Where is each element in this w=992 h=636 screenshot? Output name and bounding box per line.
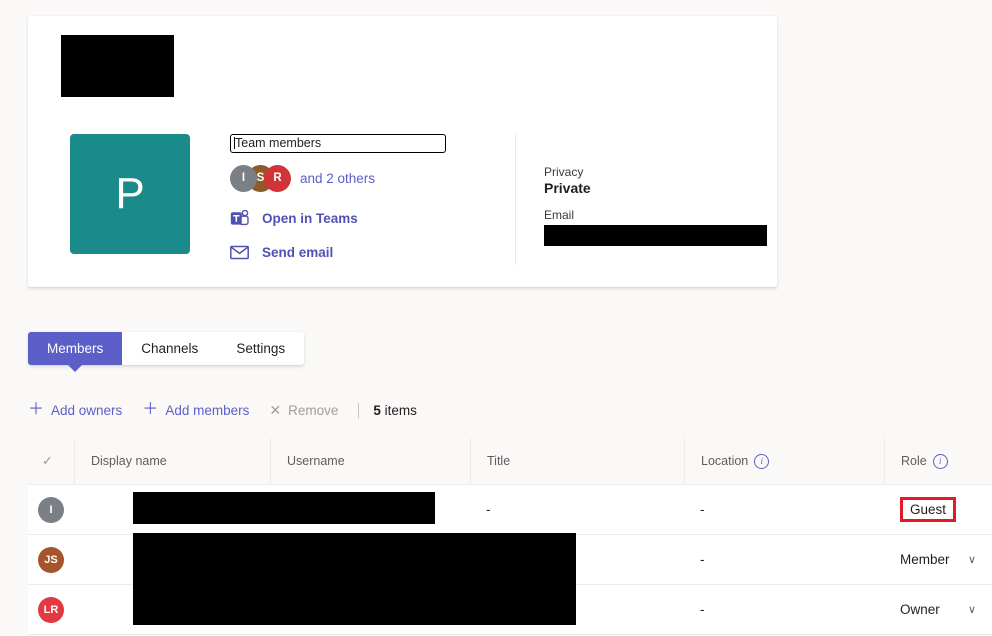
cell-location: - bbox=[684, 485, 884, 534]
avatar-initials: I bbox=[49, 503, 53, 516]
chevron-down-icon[interactable]: ∨ bbox=[968, 603, 976, 616]
email-value-redaction bbox=[544, 225, 767, 246]
add-owners-button[interactable]: ＋ Add owners bbox=[28, 402, 122, 418]
avatar-initials: R bbox=[273, 172, 282, 184]
row-avatar-cell: LR bbox=[28, 585, 74, 634]
cell-title: - bbox=[470, 485, 684, 534]
close-icon: ✕ bbox=[269, 402, 282, 418]
and-others-label: and 2 others bbox=[300, 170, 376, 186]
check-icon: ✓ bbox=[42, 453, 53, 468]
info-icon[interactable]: i bbox=[754, 453, 770, 469]
role-value: Owner bbox=[900, 602, 940, 617]
row-avatar-cell: JS bbox=[28, 535, 74, 584]
avatar-initials: I bbox=[241, 172, 246, 184]
column-header-label: Title bbox=[487, 454, 511, 468]
tab-members-label: Members bbox=[47, 341, 104, 356]
privacy-value: Private bbox=[544, 180, 591, 196]
team-name-input[interactable]: Team members bbox=[230, 134, 446, 153]
command-bar: ＋ Add owners ＋ Add members ✕ Remove 5 it… bbox=[28, 396, 417, 424]
team-avatar: P bbox=[70, 134, 190, 254]
cell-role[interactable]: Member ∨ bbox=[884, 535, 992, 584]
remove-button[interactable]: ✕ Remove bbox=[269, 403, 338, 418]
role-value-highlighted[interactable]: Guest bbox=[900, 497, 957, 522]
team-identity-block: Team members I S R and 2 others Open in … bbox=[230, 134, 480, 260]
table-header-row: ✓ Display name Username Title Location i… bbox=[28, 438, 992, 485]
avatar: I bbox=[230, 164, 257, 192]
command-bar-divider bbox=[358, 402, 360, 418]
cell-location: - bbox=[684, 585, 884, 634]
org-logo-redaction bbox=[61, 35, 174, 97]
avatar-stack: I S R bbox=[230, 164, 291, 192]
row-name-redaction bbox=[133, 492, 435, 524]
member-avatar-row[interactable]: I S R and 2 others bbox=[230, 164, 480, 192]
column-header-title[interactable]: Title bbox=[470, 438, 684, 484]
avatar: LR bbox=[38, 596, 64, 623]
cell-role[interactable]: Owner ∨ bbox=[884, 585, 992, 634]
cell-location: - bbox=[684, 535, 884, 584]
teams-icon bbox=[230, 210, 256, 227]
add-members-label: Add members bbox=[165, 402, 250, 418]
tab-settings-label: Settings bbox=[236, 341, 286, 356]
team-avatar-initial: P bbox=[115, 169, 145, 218]
column-header-label: Location bbox=[701, 454, 749, 468]
open-in-teams-link[interactable]: Open in Teams bbox=[230, 210, 480, 227]
column-header-label: Role bbox=[901, 454, 927, 468]
tab-bar: Members Channels Settings bbox=[28, 332, 305, 372]
privacy-label: Privacy bbox=[544, 165, 584, 179]
location-value: - bbox=[700, 602, 705, 617]
cell-role[interactable]: Guest bbox=[884, 485, 992, 534]
envelope-icon bbox=[230, 245, 256, 260]
item-count-label: items bbox=[384, 402, 417, 418]
team-profile-card: P Team members I S R and 2 others Open i… bbox=[28, 16, 777, 287]
title-value: - bbox=[486, 502, 491, 517]
item-count-number: 5 bbox=[373, 402, 381, 418]
role-value: Member bbox=[900, 552, 950, 567]
chevron-down-icon[interactable]: ∨ bbox=[968, 553, 976, 566]
add-members-button[interactable]: ＋ Add members bbox=[142, 402, 249, 418]
remove-label: Remove bbox=[288, 402, 339, 418]
column-header-label: Display name bbox=[91, 454, 167, 468]
avatar-initials: JS bbox=[44, 553, 58, 566]
avatar: I bbox=[38, 496, 64, 523]
add-owners-label: Add owners bbox=[51, 402, 123, 418]
tab-channels-label: Channels bbox=[141, 341, 199, 356]
profile-card-body: P Team members I S R and 2 others Open i… bbox=[28, 120, 777, 280]
item-count: 5 items bbox=[373, 403, 417, 418]
tab-settings[interactable]: Settings bbox=[217, 332, 304, 365]
plus-icon: ＋ bbox=[28, 401, 45, 418]
column-header-username[interactable]: Username bbox=[270, 438, 470, 484]
location-value: - bbox=[700, 502, 705, 517]
column-header-role[interactable]: Role i bbox=[884, 438, 992, 484]
column-header-location[interactable]: Location i bbox=[684, 438, 884, 484]
column-header-display-name[interactable]: Display name bbox=[74, 438, 270, 484]
send-email-label: Send email bbox=[262, 245, 334, 260]
open-in-teams-label: Open in Teams bbox=[262, 211, 358, 226]
card-vertical-divider bbox=[515, 133, 516, 265]
select-all-checkbox[interactable]: ✓ bbox=[28, 438, 74, 484]
team-details-block: Privacy Private Email bbox=[544, 165, 774, 246]
avatar: JS bbox=[38, 546, 64, 573]
send-email-link[interactable]: Send email bbox=[230, 245, 480, 260]
tab-members[interactable]: Members bbox=[28, 332, 123, 372]
avatar-initials: LR bbox=[43, 603, 59, 616]
tab-channels[interactable]: Channels bbox=[122, 332, 217, 365]
info-icon[interactable]: i bbox=[932, 453, 948, 469]
column-header-label: Username bbox=[287, 454, 345, 468]
row-name-redaction bbox=[133, 533, 576, 625]
location-value: - bbox=[700, 552, 705, 567]
email-label: Email bbox=[544, 208, 575, 222]
avatar: R bbox=[264, 164, 291, 192]
row-avatar-cell: I bbox=[28, 485, 74, 534]
plus-icon: ＋ bbox=[142, 401, 159, 418]
